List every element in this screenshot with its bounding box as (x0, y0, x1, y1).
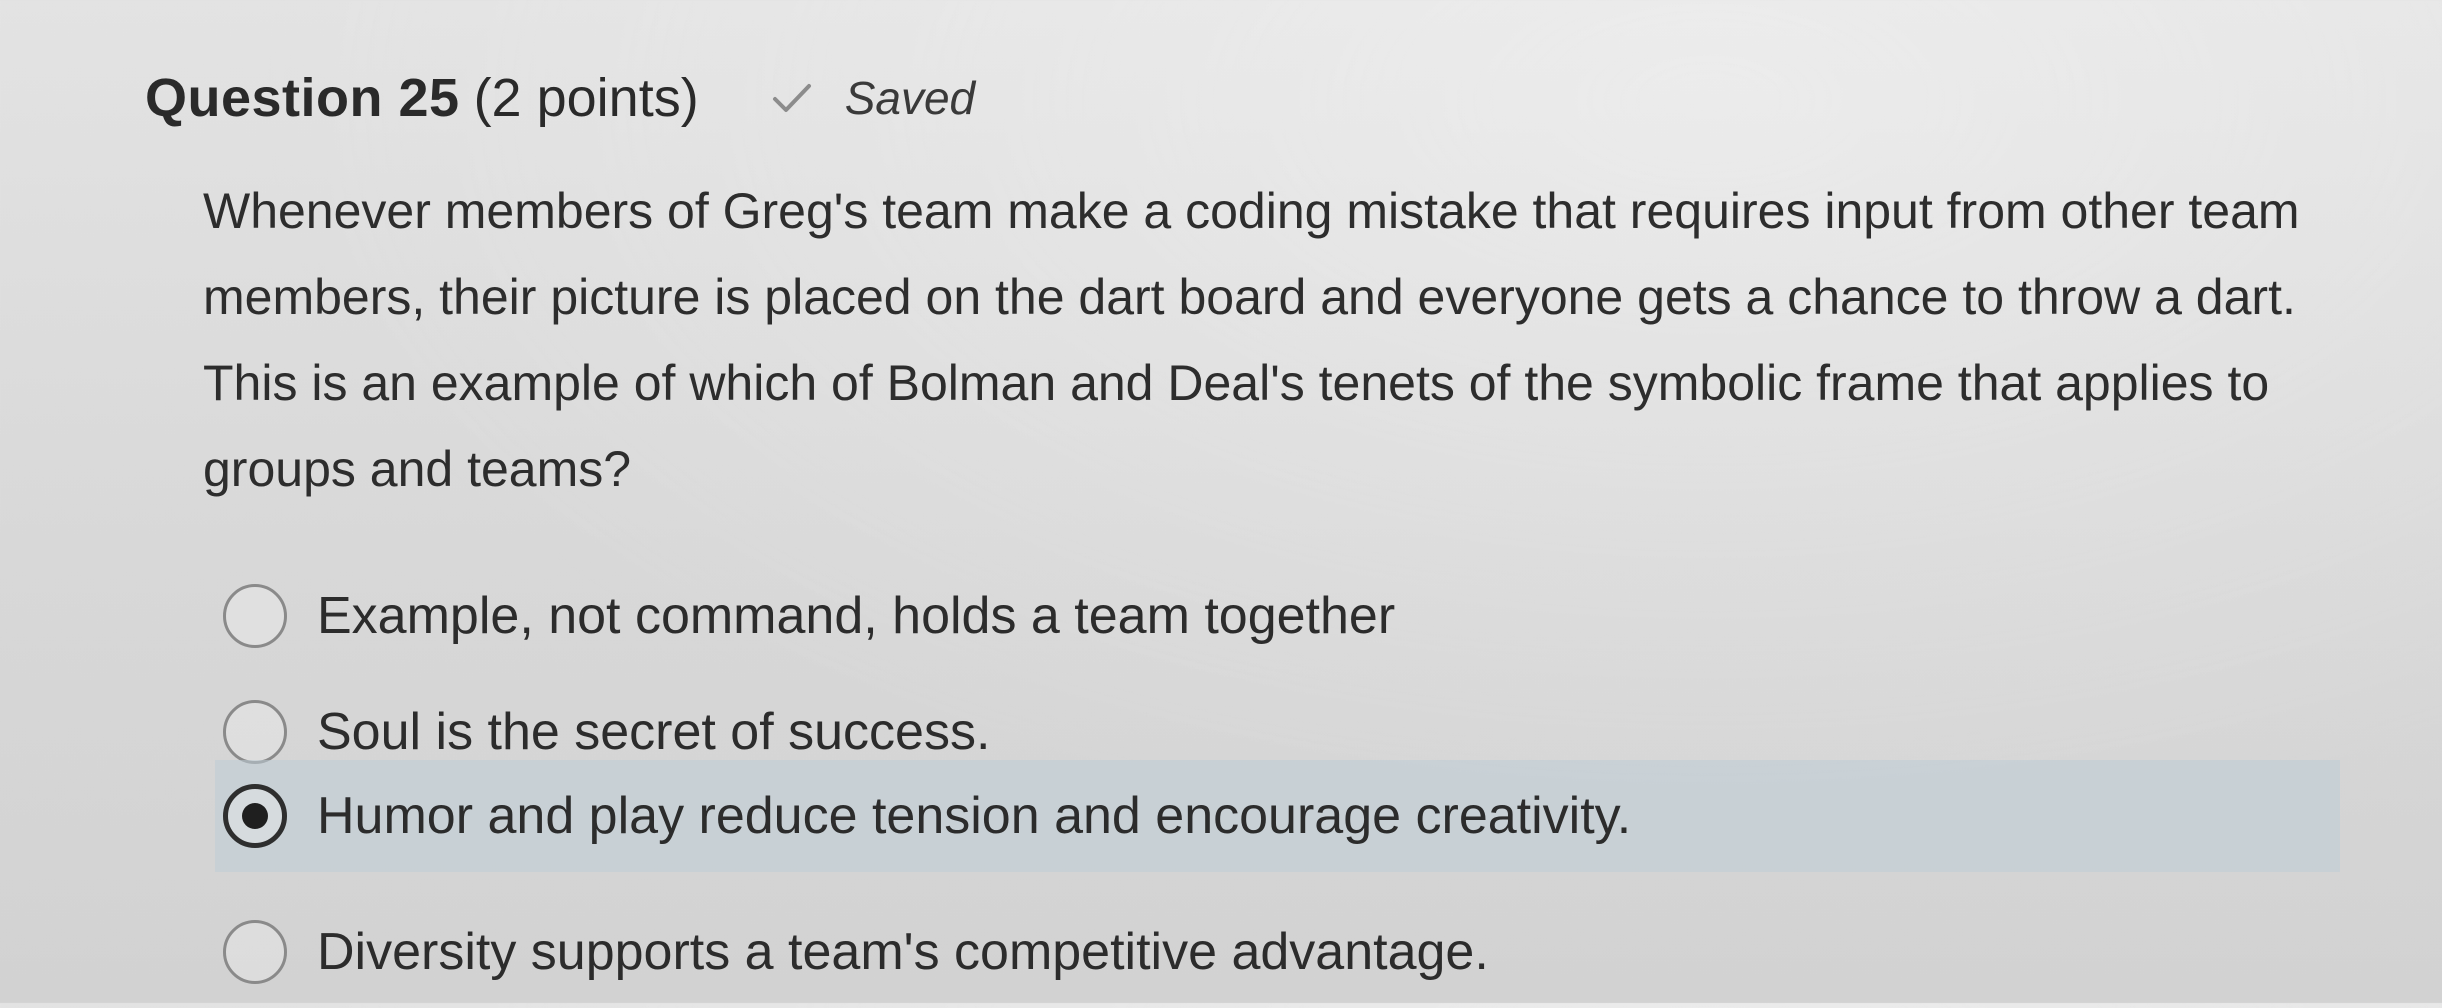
radio-button[interactable] (223, 920, 287, 984)
radio-button-selected[interactable] (223, 784, 287, 848)
question-title: Question 25 (145, 68, 460, 128)
question-header: Question 25 (2 points) Saved (145, 58, 975, 138)
answer-option-label: Soul is the secret of success. (317, 703, 991, 761)
answer-option[interactable]: Diversity supports a team's competitive … (215, 896, 1489, 1008)
radio-button[interactable] (223, 584, 287, 648)
question-points: (2 points) (473, 68, 699, 128)
answer-option-selected[interactable]: Humor and play reduce tension and encour… (215, 760, 2340, 872)
saved-status: Saved (771, 71, 975, 125)
radio-button[interactable] (223, 700, 287, 764)
check-icon (772, 84, 811, 112)
radio-dot-icon (242, 803, 268, 829)
quiz-page: Question 25 (2 points) Saved Whenever me… (0, 0, 2442, 1003)
answer-option-label: Humor and play reduce tension and encour… (317, 787, 1632, 845)
answer-option[interactable]: Example, not command, holds a team toget… (215, 560, 1395, 672)
question-text: Whenever members of Greg's team make a c… (203, 183, 2300, 497)
saved-text: Saved (844, 72, 976, 124)
answer-option-label: Example, not command, holds a team toget… (317, 587, 1396, 645)
answer-option-label: Diversity supports a team's competitive … (317, 923, 1489, 981)
